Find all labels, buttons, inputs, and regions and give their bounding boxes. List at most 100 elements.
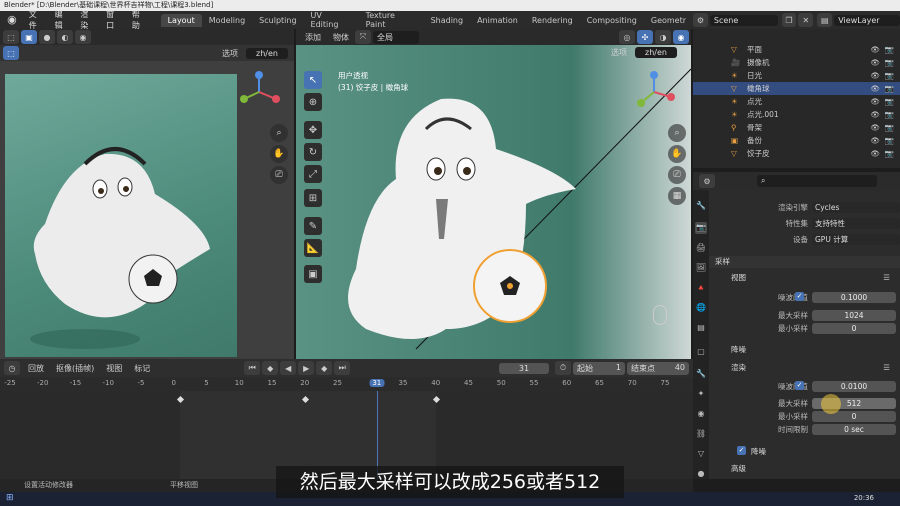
outliner-item[interactable]: ▣ 备份 👁 📷 [693,134,900,147]
outliner-item[interactable]: ▽ 平面 👁 📷 [693,43,900,56]
visibility-eye-icon[interactable]: 👁 [870,82,880,95]
tab-geometry[interactable]: Geometr [644,14,693,27]
visibility-eye-icon[interactable]: 👁 [870,121,880,134]
render-tab-icon[interactable]: 📷 [695,222,707,234]
vp-noise-checkbox[interactable]: ✓ [795,292,804,301]
projection-grid-icon[interactable]: ▦ [668,187,686,205]
object-tab-icon[interactable]: ▢ [695,346,707,358]
render-camera-icon[interactable]: 📷 [885,56,894,69]
tab-modeling[interactable]: Modeling [202,14,252,27]
r-denoise-checkbox[interactable]: ✓ [737,446,746,455]
time-limit-field[interactable]: 0 sec [812,424,896,435]
feature-set-select[interactable]: 支持特性 [812,218,900,229]
render-engine-select[interactable]: Cycles [812,202,900,213]
properties-search[interactable]: ⌕ [757,175,877,187]
windows-start-icon[interactable]: ⊞ [6,493,14,503]
tab-rendering[interactable]: Rendering [525,14,580,27]
annotate-tool-icon[interactable]: ✎ [304,217,322,235]
nav-gizmo[interactable] [236,69,282,115]
physics-tab-icon[interactable]: ◉ [695,408,707,420]
outliner-item[interactable]: ▽ 饺子皮 👁 📷 [693,147,900,160]
outliner-item[interactable]: ☀ 点光 👁 📷 [693,95,900,108]
list-icon[interactable]: ☰ [883,362,890,374]
r-denoise-header[interactable]: ✓ 降噪 [709,446,900,458]
end-frame-field[interactable]: 结束点 40 [627,361,689,375]
scene-name[interactable]: Scene [709,14,778,26]
scene-icon[interactable]: ⚙ [693,13,708,27]
menu-playback[interactable]: 回放 [28,363,44,374]
outliner-item[interactable]: ☀ 日光 👁 📷 [693,69,900,82]
move-tool-icon[interactable]: ✥ [304,121,322,139]
delete-scene-icon[interactable]: ✕ [798,13,814,27]
render-camera-icon[interactable]: 📷 [885,147,894,160]
output-tab-icon[interactable]: 🖨 [695,242,707,254]
menu-edit[interactable]: 编辑 [50,9,76,31]
menu-render[interactable]: 渲染 [75,9,101,31]
orientation-select[interactable]: 全局 [373,30,419,44]
visibility-eye-icon[interactable]: 👁 [870,69,880,82]
menu-marker[interactable]: 标记 [134,363,150,374]
select-box-icon[interactable]: ▣ [21,30,37,44]
outliner[interactable]: ▽ 平面 👁 📷 🎥 摄像机 👁 📷 ☀ 日光 👁 📷 ▽ 橄角球 👁 📷 ☀ 点光 👁 📷 ☀ 点光.001 👁 📷 ⚲ 骨架 👁… [693,29,900,168]
tab-animation[interactable]: Animation [470,14,525,27]
viewport-perspective[interactable]: 添加 物体 ⤧ 全局 ◎ ✣ ◑ ◉ 选项 zh/en 用户透视 (31) 饺子… [296,29,692,359]
camera-view-icon[interactable]: ⎚ [668,166,686,184]
properties-editor[interactable]: ⚙ ⌕ 🔧 📷 🖨 🖼 🔺 🌐 ▤ ▢ 🔧 ✦ ◉ ⛓ ▽ ● 渲染引擎 Cyc… [693,172,900,479]
device-select[interactable]: GPU 计算 [812,234,900,245]
shading-render-icon[interactable]: ◉ [75,30,91,44]
visibility-eye-icon[interactable]: 👁 [870,108,880,121]
viewport-subpanel-header[interactable]: 视图 ☰ [709,272,900,284]
tab-sculpting[interactable]: Sculpting [252,14,303,27]
advanced-header[interactable]: 高级 [709,463,900,475]
cursor-tool-icon[interactable]: ⊕ [304,93,322,111]
constraint-tab-icon[interactable]: ⛓ [695,428,707,440]
menu-object[interactable]: 物体 [333,32,349,43]
tab-layout[interactable]: Layout [160,13,202,27]
vp-noise-field[interactable]: 0.1000 [812,292,896,303]
add-cube-tool-icon[interactable]: ▣ [304,265,322,283]
options-label[interactable]: 选项 [611,47,627,58]
scene-tab-icon[interactable]: 🔺 [695,282,707,294]
vp-max-field[interactable]: 1024 [812,310,896,321]
view-layer-tab-icon[interactable]: 🖼 [695,262,707,274]
outliner-item[interactable]: 🎥 摄像机 👁 📷 [693,56,900,69]
select-tool-icon[interactable]: ↖ [304,71,322,89]
view-layer-name[interactable]: ViewLayer [834,14,900,26]
r-noise-field[interactable]: 0.0100 [812,381,896,392]
render-camera-icon[interactable]: 📷 [885,121,894,134]
collection-tab-icon[interactable]: ▤ [695,322,707,334]
shading-material-icon[interactable]: ◐ [57,30,73,44]
tab-uv-editing[interactable]: UV Editing [304,9,359,31]
tab-compositing[interactable]: Compositing [580,14,644,27]
shading-render-icon[interactable]: ◉ [673,30,689,44]
outliner-item[interactable]: ▽ 橄角球 👁 📷 [693,82,900,95]
play-icon[interactable]: ▶ [298,361,315,375]
outliner-item[interactable]: ☀ 点光.001 👁 📷 [693,108,900,121]
pan-hand-icon[interactable]: ✋ [668,145,686,163]
camera-view-icon[interactable]: ⎚ [270,166,288,184]
vp-min-field[interactable]: 0 [812,323,896,334]
tool-tab-icon[interactable]: 🔧 [695,200,707,212]
list-icon[interactable]: ☰ [883,272,890,284]
modifier-tab-icon[interactable]: 🔧 [695,368,707,380]
render-camera-icon[interactable]: 📷 [885,69,894,82]
pan-hand-icon[interactable]: ✋ [270,145,288,163]
blender-logo-icon[interactable]: ◉ [4,12,20,28]
timeline-editor[interactable]: ◷ 回放 抠像(插帧) 视图 标记 ⏮ ◆ ◀ ▶ ◆ ⏭ 31 ⏱ 起始 1 结… [0,359,693,479]
view-layer-icon[interactable]: ▤ [817,13,833,27]
visibility-icon[interactable]: ◎ [619,30,635,44]
zoom-icon[interactable]: ⌕ [270,124,288,142]
transform-tool-icon[interactable]: ⊞ [304,189,322,207]
render-camera-icon[interactable]: 📷 [885,82,894,95]
tab-texture-paint[interactable]: Texture Paint [359,9,424,31]
nav-gizmo[interactable] [631,69,677,115]
scale-tool-icon[interactable]: ⤢ [304,165,322,183]
render-camera-icon[interactable]: 📷 [885,43,894,56]
r-noise-checkbox[interactable]: ✓ [795,381,804,390]
current-frame-field[interactable]: 31 [499,362,549,374]
visibility-eye-icon[interactable]: 👁 [870,134,880,147]
menu-view[interactable]: 视图 [106,363,122,374]
particle-tab-icon[interactable]: ✦ [695,388,707,400]
overlay-icon[interactable]: ◑ [655,30,671,44]
play-reverse-icon[interactable]: ◀ [280,361,297,375]
